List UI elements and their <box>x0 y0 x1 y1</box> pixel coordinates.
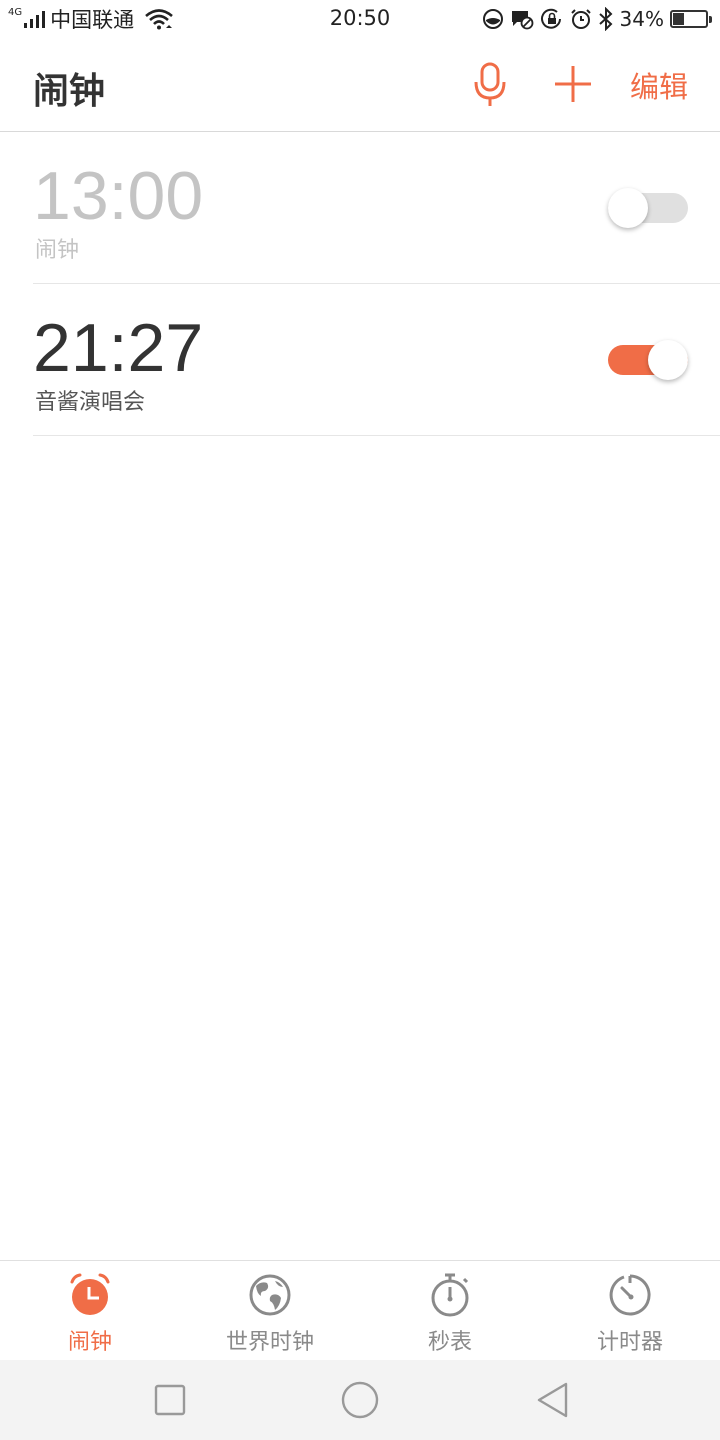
battery-percent: 34% <box>619 7 664 31</box>
stopwatch-icon <box>431 1273 469 1317</box>
tab-alarm[interactable]: 闹钟 <box>0 1261 180 1361</box>
tab-world-clock[interactable]: 世界时钟 <box>180 1261 360 1361</box>
rotation-lock-icon <box>540 8 561 29</box>
alarm-item[interactable]: 21:27 音酱演唱会 <box>0 284 720 436</box>
tab-label: 闹钟 <box>67 1330 112 1355</box>
tab-timer[interactable]: 计时器 <box>540 1261 720 1361</box>
back-button[interactable] <box>534 1380 574 1420</box>
tab-label: 计时器 <box>596 1330 663 1355</box>
alarm-icon <box>570 9 591 29</box>
battery-icon <box>670 10 712 28</box>
microphone-icon[interactable] <box>470 60 510 110</box>
timer-icon <box>609 1274 651 1316</box>
toggle-knob <box>608 188 648 228</box>
bottom-tab-bar: 闹钟 世界时钟 秒表 计时器 <box>0 1260 720 1360</box>
data-saver-icon <box>482 9 503 29</box>
home-button[interactable] <box>340 1380 380 1420</box>
alarm-toggle[interactable] <box>608 340 688 380</box>
alarm-time: 13:00 <box>33 158 204 234</box>
add-alarm-button[interactable] <box>553 64 593 104</box>
tab-label: 世界时钟 <box>225 1330 314 1355</box>
alarm-label: 音酱演唱会 <box>35 390 146 415</box>
edit-button[interactable]: 编辑 <box>630 64 688 106</box>
alarm-label: 闹钟 <box>35 238 80 263</box>
alarm-toggle[interactable] <box>608 188 688 228</box>
tab-stopwatch[interactable]: 秒表 <box>360 1261 540 1361</box>
divider <box>33 435 720 436</box>
alarm-item[interactable]: 13:00 闹钟 <box>0 132 720 284</box>
recent-apps-button[interactable] <box>150 1380 190 1420</box>
message-blocked-icon <box>511 11 533 30</box>
page-title: 闹钟 <box>33 71 106 112</box>
alarm-clock-icon <box>70 1273 110 1315</box>
status-bar: 4G 中国联通 20:50 34% <box>0 0 720 40</box>
tab-label: 秒表 <box>427 1330 472 1355</box>
toggle-knob <box>648 340 688 380</box>
system-nav-bar <box>0 1360 720 1440</box>
globe-icon <box>249 1274 291 1316</box>
bluetooth-icon <box>598 7 612 31</box>
alarm-time: 21:27 <box>33 310 204 386</box>
status-right: 34% <box>482 6 712 32</box>
app-header: 闹钟 编辑 <box>0 40 720 132</box>
battery-level <box>673 13 684 25</box>
